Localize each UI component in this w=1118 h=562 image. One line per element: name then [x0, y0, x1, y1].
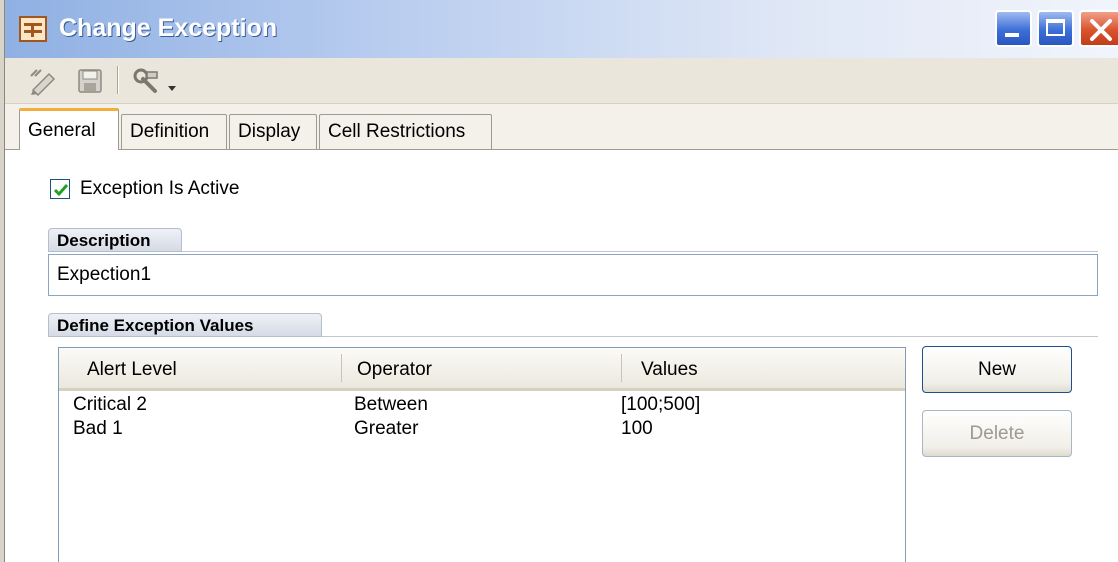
table-row[interactable]: Bad 1 Greater 100 [59, 418, 905, 442]
exception-values-header-line [322, 336, 1098, 337]
tab-cell-restrictions[interactable]: Cell Restrictions [319, 114, 492, 150]
cell-alert-level: Critical 2 [73, 394, 147, 415]
toolbar-separator [117, 66, 119, 94]
maximize-icon [1046, 19, 1065, 36]
tab-strip: General Definition Display Cell Restrict… [5, 104, 1118, 150]
save-icon[interactable] [75, 66, 105, 96]
toolbar [5, 58, 1118, 104]
cell-operator: Greater [354, 418, 419, 439]
column-separator[interactable] [621, 354, 622, 382]
list-header: Alert Level Operator Values [59, 348, 905, 391]
exception-active-row: Exception Is Active [50, 178, 239, 200]
close-icon [1090, 19, 1112, 41]
description-header-line [182, 251, 1098, 252]
tab-display[interactable]: Display [229, 114, 317, 150]
cell-operator: Between [354, 394, 428, 415]
exception-values-list[interactable]: Alert Level Operator Values Critical 2 B… [58, 347, 906, 562]
title-bar[interactable]: Change Exception [5, 0, 1118, 58]
description-header: Description [48, 228, 182, 252]
checkmark-icon [53, 184, 69, 197]
minimize-button[interactable] [995, 10, 1032, 47]
cell-values: [100;500] [621, 394, 701, 415]
app-icon [19, 16, 47, 42]
exception-values-header: Define Exception Values [48, 313, 322, 337]
exception-active-label: Exception Is Active [80, 178, 240, 199]
window-title: Change Exception [59, 14, 278, 42]
column-header-values[interactable]: Values [641, 348, 698, 388]
close-button[interactable] [1079, 10, 1118, 47]
tab-baseline [5, 149, 1118, 150]
cell-alert-level: Bad 1 [73, 418, 123, 439]
table-row[interactable]: Critical 2 Between [100;500] [59, 394, 905, 418]
tab-definition[interactable]: Definition [121, 114, 227, 150]
exception-active-checkbox[interactable] [50, 179, 70, 199]
description-input[interactable]: Expection1 [48, 254, 1098, 296]
dropdown-arrow-icon[interactable] [167, 74, 177, 104]
column-separator[interactable] [341, 354, 342, 382]
minimize-icon [1005, 33, 1019, 37]
maximize-button[interactable] [1037, 10, 1074, 47]
column-header-operator[interactable]: Operator [357, 348, 432, 388]
delete-button[interactable]: Delete [922, 410, 1072, 457]
tools-icon[interactable] [129, 66, 163, 96]
tab-general[interactable]: General [19, 108, 119, 150]
column-header-alert-level[interactable]: Alert Level [87, 348, 177, 388]
new-button[interactable]: New [922, 346, 1072, 393]
cell-values: 100 [621, 418, 653, 439]
pencil-icon[interactable] [27, 66, 61, 96]
